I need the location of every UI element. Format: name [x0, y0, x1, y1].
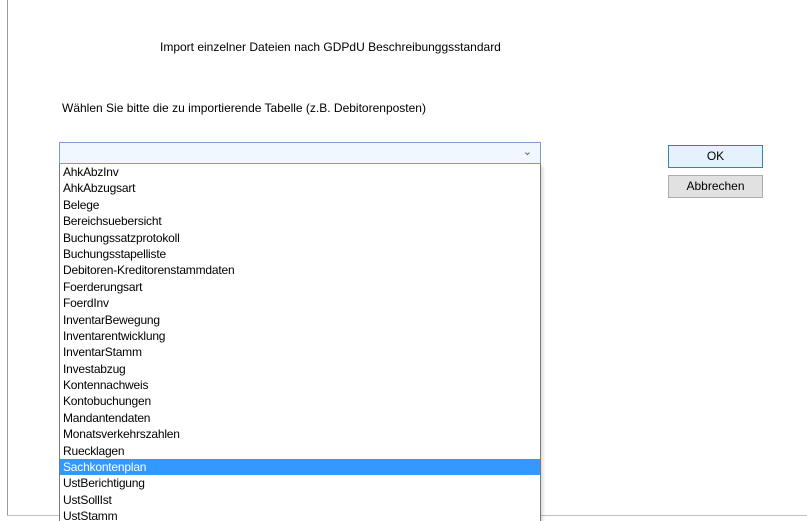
dropdown-option[interactable]: Kontennachweis [60, 377, 540, 393]
dropdown-option[interactable]: Monatsverkehrszahlen [60, 426, 540, 442]
dropdown-option[interactable]: InventarStamm [60, 344, 540, 360]
dropdown-option[interactable]: InventarBewegung [60, 312, 540, 328]
table-select-combobox[interactable]: ⌄ [59, 142, 541, 164]
dropdown-option[interactable]: FoerdInv [60, 295, 540, 311]
dropdown-option[interactable]: UstSollIst [60, 492, 540, 508]
dropdown-option[interactable]: Kontobuchungen [60, 393, 540, 409]
dropdown-option[interactable]: Ruecklagen [60, 443, 540, 459]
window-border-left [7, 0, 8, 516]
cancel-button[interactable]: Abbrechen [668, 175, 763, 198]
dropdown-option[interactable]: UstBerichtigung [60, 475, 540, 491]
dropdown-option[interactable]: AhkAbzInv [60, 164, 540, 180]
instruction-label: Wählen Sie bitte die zu importierende Ta… [62, 101, 426, 115]
dropdown-option[interactable]: Buchungssatzprotokoll [60, 230, 540, 246]
dialog-title: Import einzelner Dateien nach GDPdU Besc… [160, 40, 501, 54]
dropdown-option[interactable]: Debitoren-Kreditorenstammdaten [60, 262, 540, 278]
table-dropdown-list[interactable]: AhkAbzInv AhkAbzugsart Belege Bereichsueber… [59, 164, 541, 521]
dropdown-option[interactable]: Mandantendaten [60, 410, 540, 426]
dropdown-option[interactable]: Inventarentwicklung [60, 328, 540, 344]
dropdown-option[interactable]: Bereichsuebersicht [60, 213, 540, 229]
dropdown-option[interactable]: UstStamm [60, 508, 540, 521]
dropdown-option[interactable]: Investabzug [60, 361, 540, 377]
dropdown-option[interactable]: Foerderungsart [60, 279, 540, 295]
dropdown-option[interactable]: AhkAbzugsart [60, 180, 540, 196]
dropdown-option[interactable]: Sachkontenplan [60, 459, 540, 476]
dropdown-option[interactable]: Buchungsstapelliste [60, 246, 540, 262]
ok-button[interactable]: OK [668, 145, 763, 168]
dropdown-option[interactable]: Belege [60, 197, 540, 213]
chevron-down-icon[interactable]: ⌄ [523, 145, 532, 158]
